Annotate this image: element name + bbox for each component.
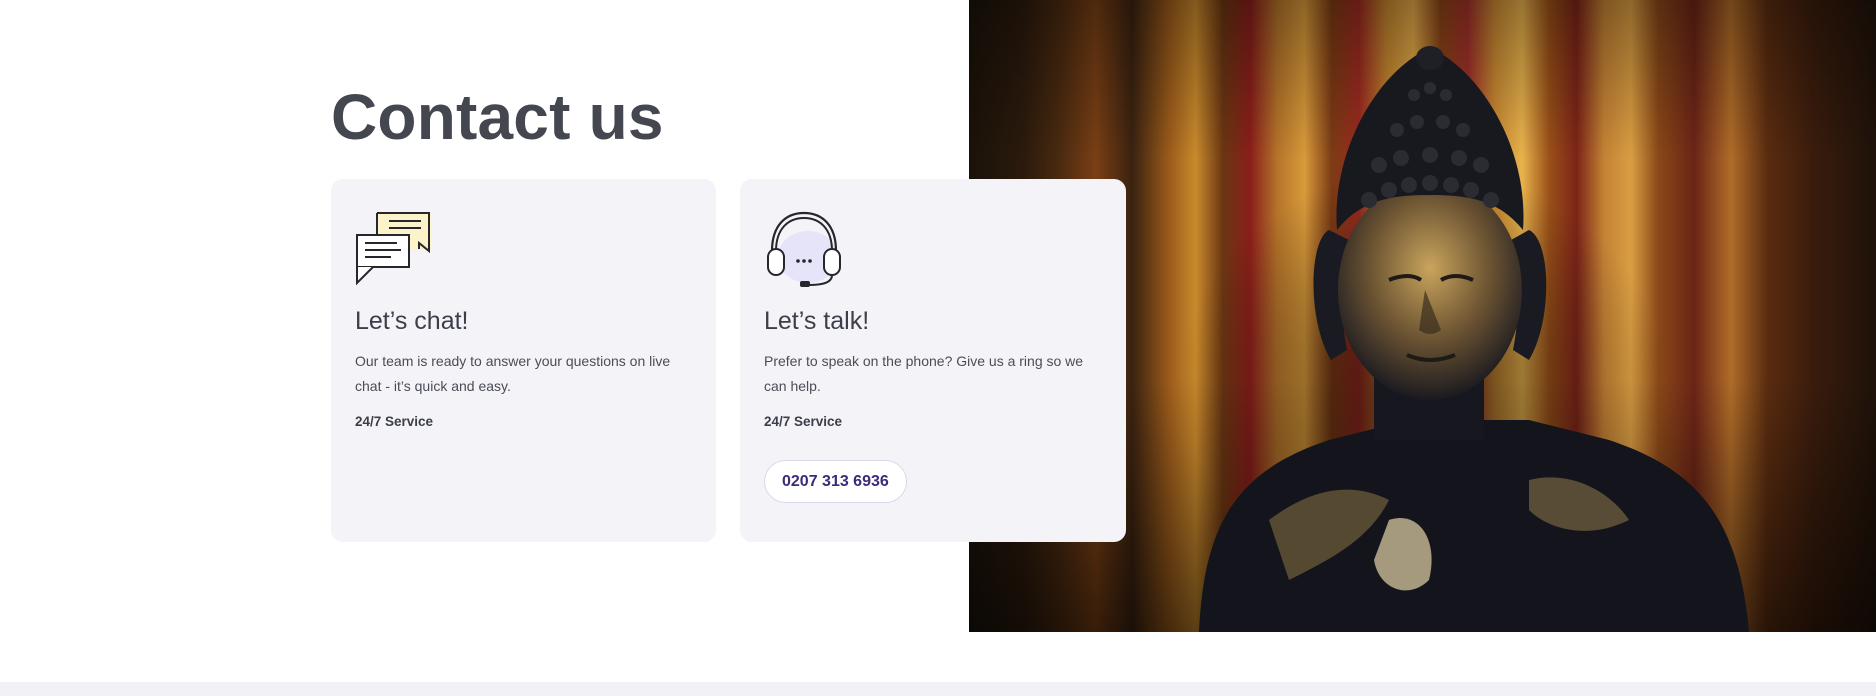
chat-description: Our team is ready to answer your questio…	[355, 353, 671, 394]
talk-heading: Let’s talk!	[764, 307, 870, 335]
chat-card: Let’s chat! Our team is ready to answer …	[331, 179, 716, 542]
phone-number-button[interactable]: 0207 313 6936	[764, 460, 907, 503]
page-title: Contact us	[331, 81, 664, 153]
talk-description: Prefer to speak on the phone? Give us a …	[764, 353, 1084, 394]
talk-card: Let’s talk! Prefer to speak on the phone…	[740, 179, 1126, 542]
headset-icon	[767, 211, 841, 287]
chat-bubbles-icon	[356, 212, 431, 286]
chat-service-label: 24/7 Service	[355, 414, 434, 429]
talk-service-label: 24/7 Service	[764, 414, 843, 429]
chat-heading: Let’s chat!	[355, 307, 469, 335]
footer-strip	[0, 682, 1876, 696]
